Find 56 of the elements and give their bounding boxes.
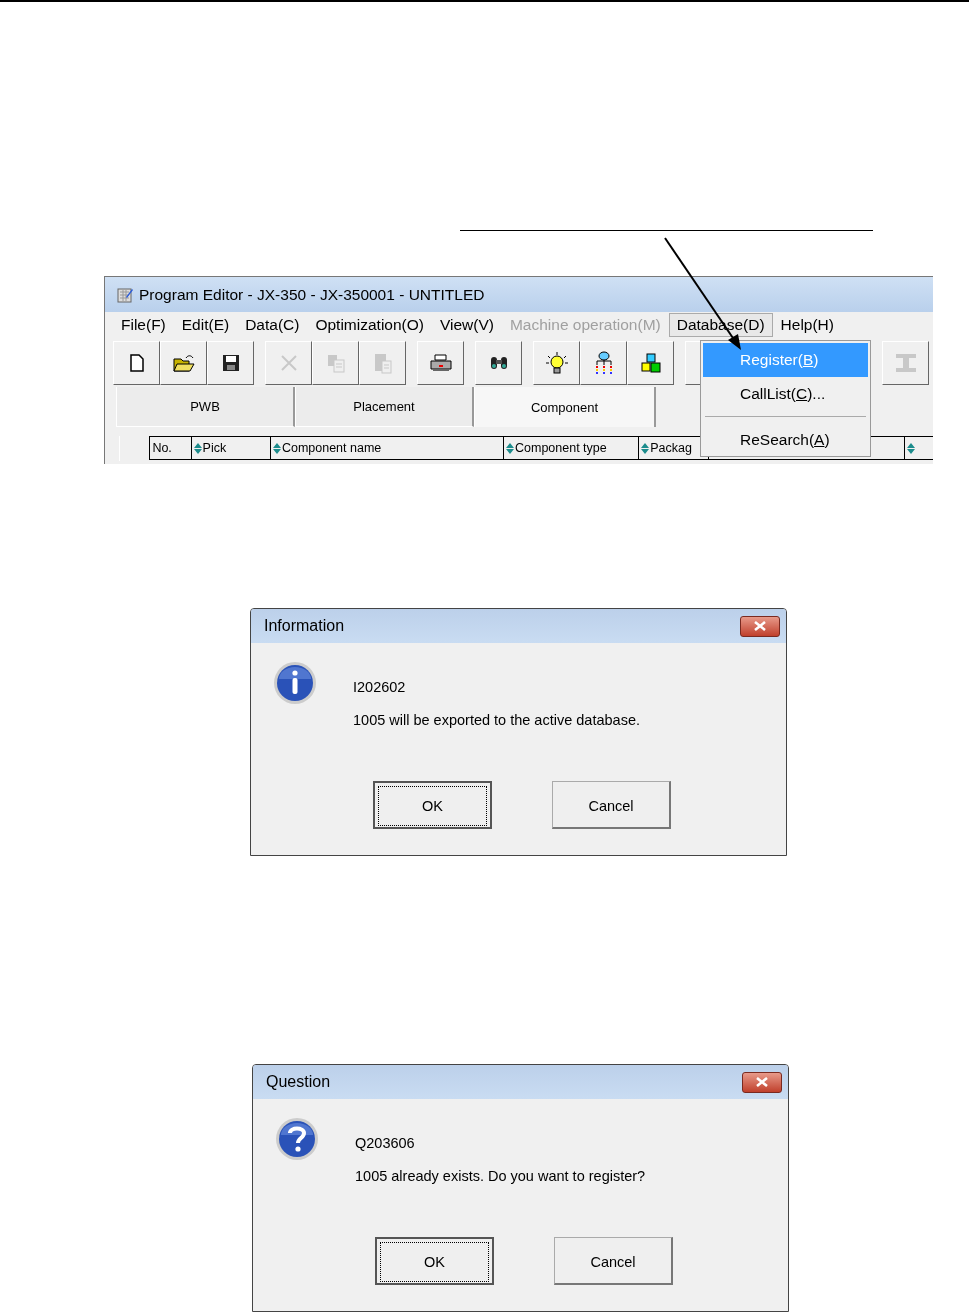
toolbar-button[interactable]	[113, 341, 160, 385]
light-bulb-icon	[544, 351, 569, 375]
menu-item[interactable]: Help(H)	[772, 313, 842, 337]
close-button[interactable]	[740, 615, 780, 637]
column-header[interactable]	[903, 436, 933, 460]
close-icon	[756, 1077, 768, 1087]
paste-icon	[372, 352, 393, 374]
column-header[interactable]: Component name	[269, 436, 503, 460]
i-beam-icon	[894, 353, 917, 373]
editor-app-icon	[117, 286, 133, 303]
sort-icon	[641, 442, 650, 454]
new-file-icon	[129, 354, 144, 372]
menu-item[interactable]: File(F)	[113, 313, 174, 337]
cancel-button[interactable]: Cancel	[552, 781, 671, 829]
folder-icon	[172, 354, 195, 372]
tab[interactable]: Component	[474, 387, 656, 427]
close-button[interactable]	[742, 1071, 782, 1093]
ok-button[interactable]: OK	[373, 781, 492, 829]
tab[interactable]: PWB	[116, 387, 295, 427]
toolbar-button[interactable]	[160, 341, 207, 385]
question-icon	[275, 1117, 319, 1161]
sort-icon	[272, 442, 281, 454]
toolbar-button[interactable]	[207, 341, 254, 385]
dialog-title: Information	[264, 617, 345, 635]
sort-icon	[193, 442, 202, 454]
column-header[interactable]: Component type	[503, 436, 639, 460]
menu-item[interactable]: Edit(E)	[173, 313, 238, 337]
cross-icon	[279, 354, 298, 372]
blocks-icon	[639, 352, 662, 374]
menu-item[interactable]: CallList(C)...	[703, 377, 868, 411]
toolbar-button[interactable]	[580, 341, 627, 385]
toolbar-button[interactable]	[475, 341, 522, 385]
menu-item[interactable]: Data(C)	[237, 313, 308, 337]
cancel-button[interactable]: Cancel	[554, 1237, 673, 1285]
close-icon	[754, 621, 766, 631]
toolbar-button[interactable]	[533, 341, 580, 385]
message-code: Q203606	[355, 1135, 416, 1151]
ok-button[interactable]: OK	[375, 1237, 494, 1285]
tab[interactable]: Placement	[295, 387, 474, 427]
message-code: I202602	[353, 679, 407, 695]
toolbar-button[interactable]	[627, 341, 674, 385]
column-header[interactable]: No.	[149, 436, 191, 460]
menu-item[interactable]: View(V)	[431, 313, 502, 337]
sort-icon	[906, 442, 915, 454]
column-header[interactable]: Pick	[190, 436, 270, 460]
window-title: Program Editor - JX-350 - JX-350001 - UNTITLED	[139, 285, 485, 304]
copy-icon	[325, 353, 346, 373]
info-icon	[273, 661, 317, 705]
message-text: 1005 will be exported to the active database.	[353, 712, 640, 728]
binoculars-icon	[488, 355, 509, 371]
message-text: 1005 already exists. Do you want to register?	[355, 1168, 646, 1184]
toolbar-button[interactable]	[417, 341, 464, 385]
printer-icon	[429, 354, 452, 372]
sort-icon	[506, 442, 514, 454]
menu-item[interactable]: Optimization(O)	[307, 313, 432, 337]
dialog-title: Question	[266, 1073, 331, 1091]
